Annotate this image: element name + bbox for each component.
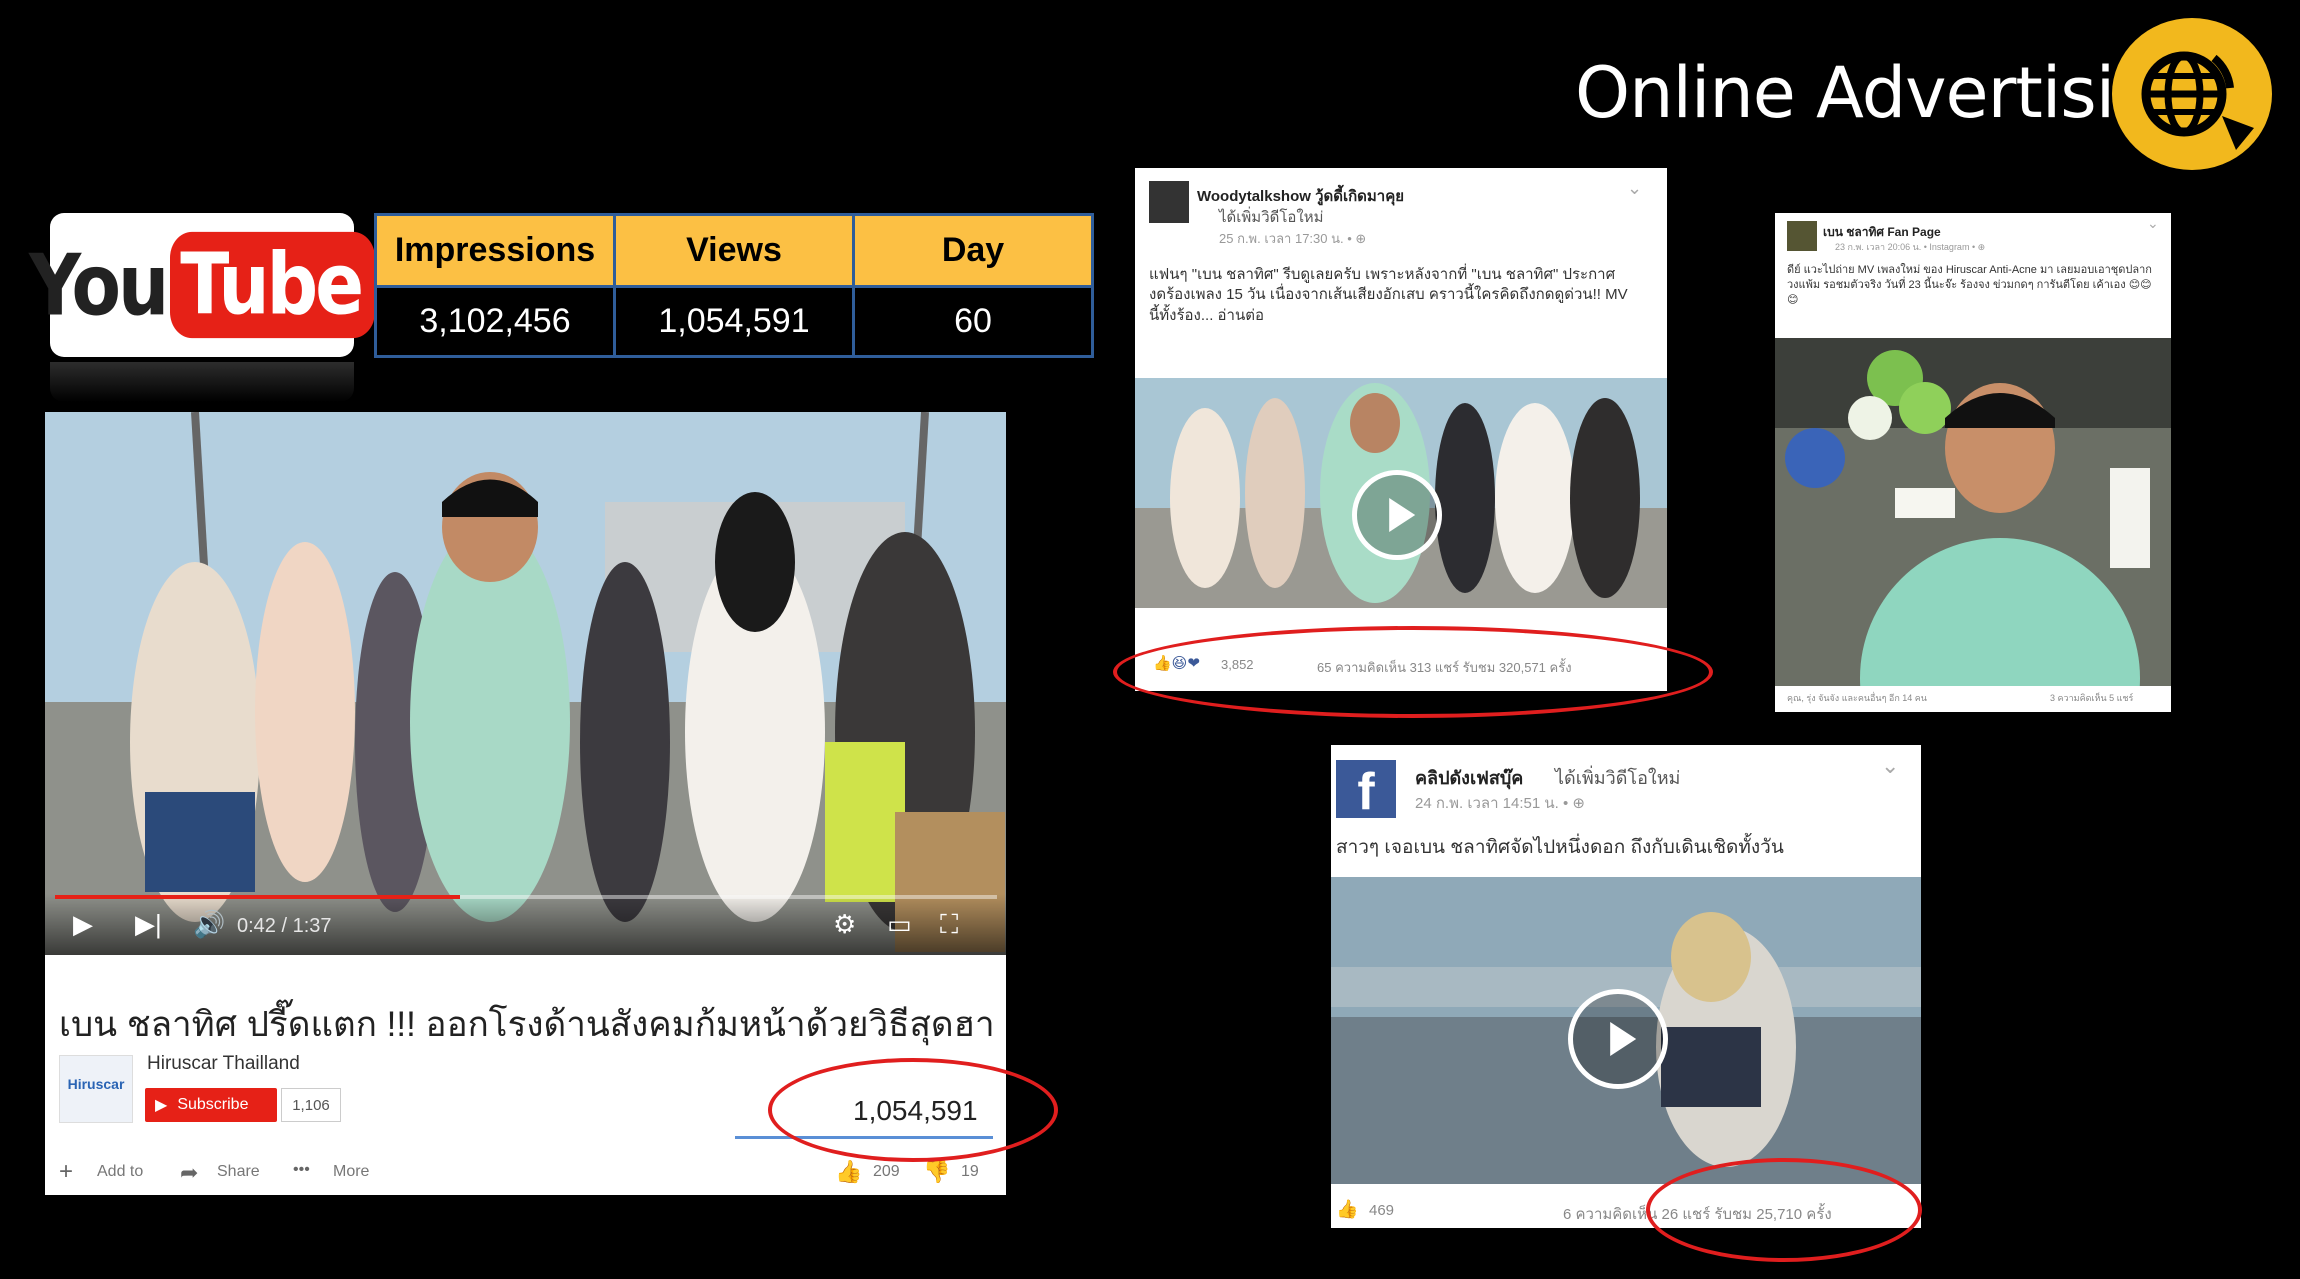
channel-name[interactable]: Hiruscar Thailland [147, 1053, 300, 1075]
post-footer-right[interactable]: 3 ความคิดเห็น 5 แชร์ [2050, 691, 2133, 705]
theater-icon[interactable]: ▭ [887, 909, 912, 940]
dislike-count: 19 [961, 1163, 979, 1180]
share-button[interactable]: Share [217, 1163, 260, 1181]
post-action: ได้เพิ่มวิดีโอใหม่ [1219, 209, 1324, 226]
post-footer-left[interactable]: คุณ, รุ่ง จันจัง และคนอื่นๆ อีก 14 คน [1787, 691, 1927, 705]
more-button[interactable]: More [333, 1163, 369, 1181]
stats-header: Day [852, 213, 1094, 288]
like-reaction-icon: 👍 [1336, 1199, 1359, 1219]
highlight-ellipse [768, 1058, 1058, 1162]
add-to-button[interactable]: Add to [97, 1163, 143, 1181]
post-meta: 24 ก.พ. เวลา 14:51 น. • ⊕ [1415, 795, 1585, 812]
chevron-down-icon[interactable]: ⌄ [1881, 753, 1899, 779]
more-icon[interactable]: ••• [293, 1161, 310, 1179]
subscribe-label: Subscribe [177, 1096, 249, 1113]
post-text: แฟนๆ "เบน ชลาทิศ" รีบดูเลยครับ เพราะหลัง… [1149, 266, 1628, 324]
facebook-post: f คลิปดังเฟสบุ๊ค ได้เพิ่มวิดีโอใหม่ 24 ก… [1331, 745, 1921, 1228]
facebook-post: เบน ชลาทิศ Fan Page 23 ก.พ. เวลา 20:06 น… [1775, 213, 2171, 712]
like-icon[interactable]: 👍 [835, 1159, 862, 1185]
channel-avatar[interactable]: Hiruscar [59, 1055, 133, 1123]
chevron-down-icon[interactable]: ⌄ [1627, 178, 1642, 199]
post-text: ดีย์ แวะไปถ่าย MV เพลงใหม่ ของ Hiruscar … [1787, 264, 2152, 306]
like-count: 209 [873, 1163, 900, 1180]
globe-icon [2112, 18, 2272, 170]
dislike-icon[interactable]: 👎 [923, 1159, 950, 1185]
next-icon[interactable]: ▶| [135, 909, 162, 940]
play-icon[interactable]: ▶ [73, 909, 93, 940]
youtube-logo-you: You [28, 235, 169, 335]
chevron-down-icon[interactable]: ⌄ [2147, 215, 2159, 232]
stats-value: 60 [852, 285, 1094, 358]
stats-header: Views [613, 213, 855, 288]
page-avatar[interactable] [1787, 221, 1817, 251]
youtube-play-icon: ▶ [155, 1097, 168, 1114]
facebook-f-icon[interactable]: f [1336, 760, 1396, 821]
video-player[interactable]: ▶ ▶| 🔊 0:42 / 1:37 ⚙ ▭ ⛶ [45, 412, 1006, 955]
post-meta: 23 ก.พ. เวลา 20:06 น. • Instagram • ⊕ [1835, 242, 1986, 252]
stats-value: 1,054,591 [613, 285, 855, 358]
reaction-count[interactable]: 469 [1369, 1202, 1394, 1219]
subscriber-count: 1,106 [281, 1088, 341, 1122]
youtube-logo-tube: Tube [170, 231, 376, 339]
fullscreen-icon[interactable]: ⛶ [940, 909, 958, 941]
post-photo[interactable] [1775, 338, 2171, 686]
highlight-ellipse [1113, 626, 1713, 718]
page-title: Online Advertising [1575, 52, 2202, 134]
settings-icon[interactable]: ⚙ [833, 909, 856, 940]
play-button-icon[interactable] [1352, 470, 1442, 560]
stats-table: Impressions Views Day 3,102,456 1,054,59… [374, 213, 1094, 358]
logo-reflection [50, 362, 354, 402]
stats-header: Impressions [374, 213, 616, 288]
post-meta: 25 ก.พ. เวลา 17:30 น. • ⊕ [1219, 231, 1367, 246]
facebook-post: Woodytalkshow วู้ดดี้เกิดมาคุย ได้เพิ่มว… [1135, 168, 1667, 691]
video-title: เบน ชลาทิศ ปรี๊ดแตก !!! ออกโรงด้านสังคมก… [59, 1005, 995, 1044]
subscribe-button[interactable]: ▶ Subscribe [145, 1088, 277, 1122]
add-icon[interactable]: + [59, 1158, 73, 1186]
volume-icon[interactable]: 🔊 [193, 909, 225, 940]
video-progress-played [55, 895, 461, 899]
page-avatar[interactable] [1149, 181, 1189, 223]
video-frame [45, 412, 1006, 955]
video-time: 0:42 / 1:37 [237, 915, 332, 937]
page-name[interactable]: คลิปดังเฟสบุ๊ค [1415, 763, 1523, 792]
youtube-logo: You Tube [29, 213, 376, 357]
play-button-icon[interactable] [1568, 989, 1668, 1089]
highlight-ellipse [1646, 1158, 1922, 1262]
stats-header-row: Impressions Views Day [374, 213, 1094, 288]
post-text: สาวๆ เจอเบน ชลาทิศจัดไปหนึ่งดอก ถึงกับเด… [1336, 837, 1784, 858]
stats-value: 3,102,456 [374, 285, 616, 358]
share-icon[interactable]: ➦ [180, 1160, 198, 1186]
video-controls-bar [45, 894, 1006, 955]
post-action: ได้เพิ่มวิดีโอใหม่ [1555, 768, 1681, 788]
stats-value-row: 3,102,456 1,054,591 60 [374, 285, 1094, 358]
